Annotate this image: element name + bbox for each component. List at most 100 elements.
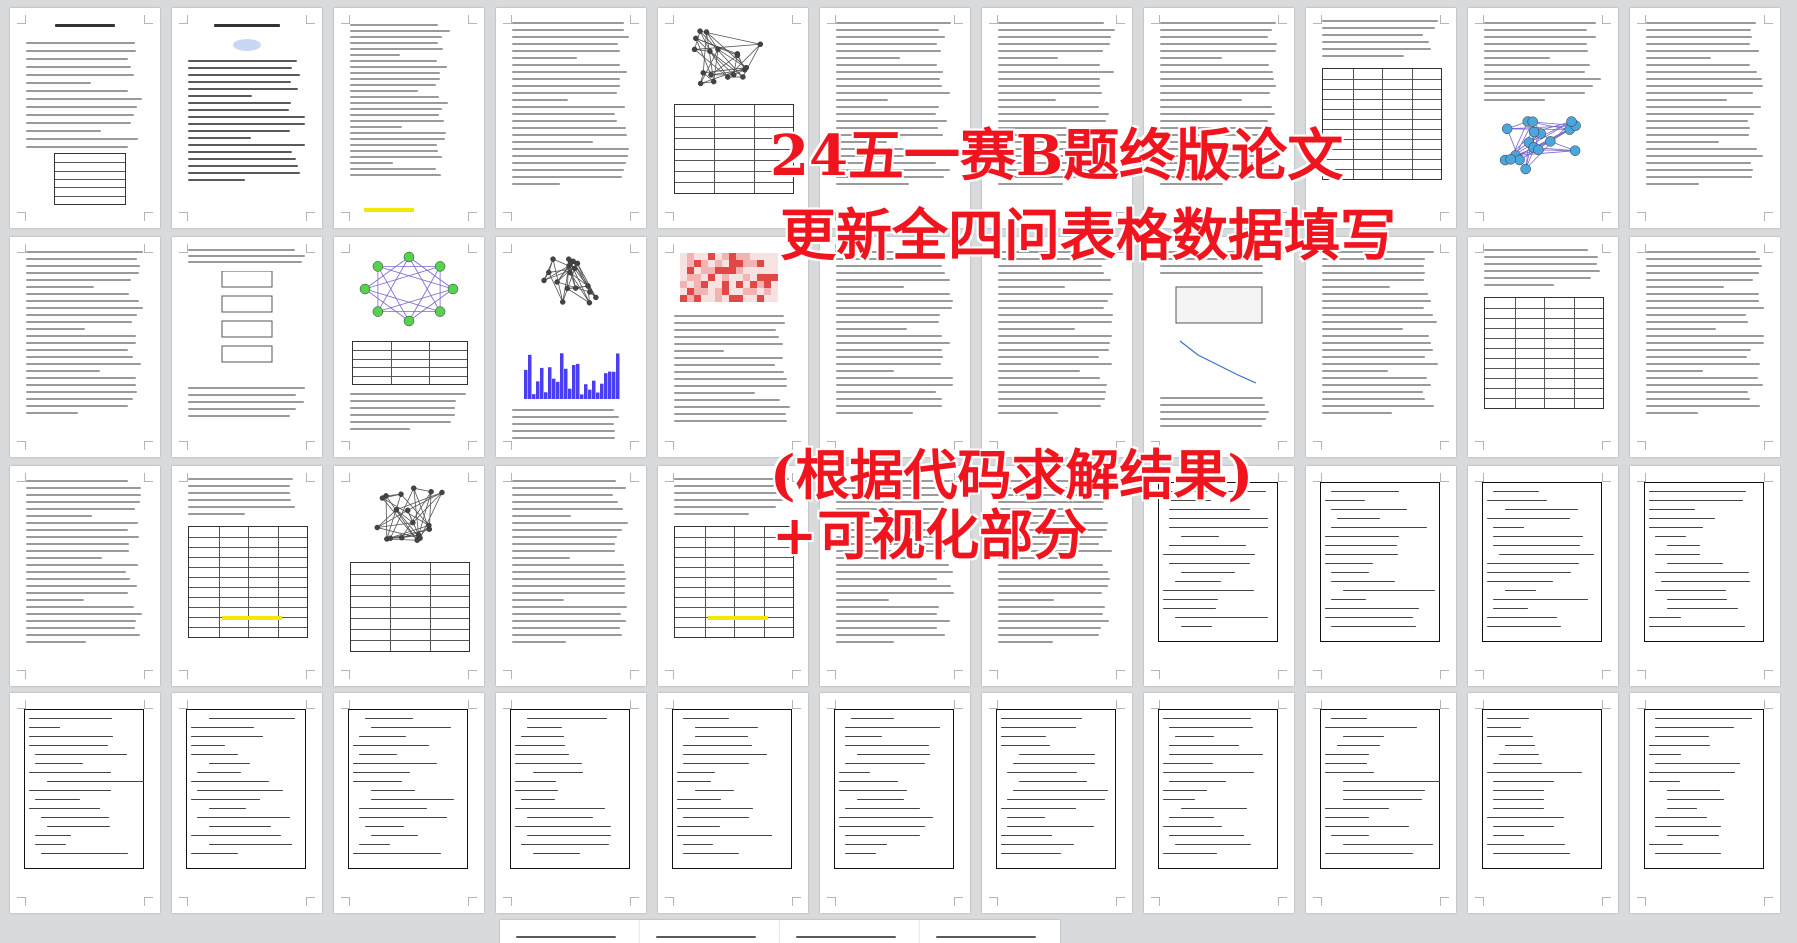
document-page-thumbnail[interactable]	[1144, 693, 1294, 913]
document-page-thumbnail[interactable]	[982, 237, 1132, 457]
text-line	[998, 391, 1106, 393]
document-page-thumbnail[interactable]	[640, 920, 780, 943]
document-page-thumbnail[interactable]	[658, 8, 808, 228]
text-line	[1646, 50, 1759, 52]
document-page-thumbnail[interactable]	[496, 693, 646, 913]
document-page-thumbnail[interactable]	[820, 237, 970, 457]
document-page-thumbnail[interactable]	[982, 8, 1132, 228]
document-page-thumbnail[interactable]	[780, 920, 920, 943]
document-page-thumbnail[interactable]	[1306, 237, 1456, 457]
document-page-thumbnail[interactable]	[496, 8, 646, 228]
text-line	[1646, 176, 1752, 178]
document-page-thumbnail[interactable]	[820, 693, 970, 913]
document-page-thumbnail[interactable]	[10, 237, 160, 457]
flowchart-box	[221, 320, 273, 338]
document-page-thumbnail[interactable]	[10, 8, 160, 228]
network-node	[410, 519, 416, 526]
page-corner-mark	[306, 897, 315, 906]
text-line	[836, 286, 904, 288]
document-page-thumbnail[interactable]	[1468, 693, 1618, 913]
document-page-thumbnail[interactable]	[920, 920, 1060, 943]
heatmap-cell	[715, 295, 722, 302]
text-line	[350, 108, 442, 110]
code-line	[1163, 826, 1222, 827]
heatmap-cell	[708, 288, 715, 295]
code-line	[365, 718, 413, 719]
document-page-thumbnail[interactable]	[172, 693, 322, 913]
cover-title-line	[55, 24, 115, 27]
text-line	[512, 409, 614, 411]
heatmap-cell	[708, 267, 715, 274]
text-line	[188, 249, 295, 251]
document-page-thumbnail[interactable]	[1630, 8, 1780, 228]
document-page-thumbnail[interactable]	[1306, 466, 1456, 686]
text-line	[26, 543, 129, 545]
document-page-thumbnail[interactable]	[172, 8, 322, 228]
document-page-thumbnail[interactable]	[658, 237, 808, 457]
document-page-thumbnail[interactable]	[1630, 693, 1780, 913]
text-line	[836, 599, 889, 601]
heatmap-cell	[743, 253, 750, 260]
table-col-line	[1515, 298, 1516, 408]
page-corner-mark	[1475, 244, 1484, 253]
document-page-thumbnail[interactable]	[1468, 466, 1618, 686]
text-line	[350, 54, 400, 56]
document-page-thumbnail[interactable]	[1144, 237, 1294, 457]
text-line	[1646, 342, 1764, 344]
document-page-thumbnail[interactable]	[10, 466, 160, 686]
code-line	[353, 853, 441, 854]
heatmap-cell	[680, 295, 687, 302]
text-line	[26, 265, 140, 267]
text-line	[512, 162, 626, 164]
document-page-thumbnail[interactable]	[1630, 237, 1780, 457]
code-line	[695, 736, 748, 737]
document-page-thumbnail[interactable]	[10, 693, 160, 913]
text-line	[188, 485, 290, 487]
heatmap-cell	[771, 281, 778, 288]
document-page-thumbnail[interactable]	[820, 8, 970, 228]
page-corner-mark	[1475, 15, 1484, 24]
network-node	[398, 491, 404, 497]
document-page-thumbnail[interactable]	[500, 920, 640, 943]
document-page-thumbnail[interactable]	[1306, 8, 1456, 228]
document-page-thumbnail[interactable]	[172, 237, 322, 457]
text-line	[26, 627, 135, 629]
document-page-thumbnail[interactable]	[334, 8, 484, 228]
text-line	[1322, 286, 1390, 288]
document-page-thumbnail[interactable]	[172, 466, 322, 686]
code-line	[197, 817, 290, 818]
document-page-thumbnail[interactable]	[1630, 466, 1780, 686]
text-line	[1484, 22, 1596, 24]
document-page-thumbnail[interactable]	[658, 693, 808, 913]
document-page-thumbnail[interactable]	[1306, 693, 1456, 913]
document-page-thumbnail[interactable]	[982, 693, 1132, 913]
text-line	[998, 571, 1108, 573]
document-page-thumbnail[interactable]	[1468, 8, 1618, 228]
text-line	[836, 92, 950, 94]
document-page-thumbnail[interactable]	[496, 237, 646, 457]
text-line	[188, 158, 296, 160]
heatmap-figure	[680, 253, 778, 302]
network-node	[410, 485, 417, 491]
page-corner-mark	[1475, 212, 1484, 221]
histogram-bar	[616, 353, 620, 399]
document-page-thumbnail[interactable]	[496, 466, 646, 686]
page-corner-mark	[792, 15, 801, 24]
page-corner-mark	[306, 473, 315, 482]
document-page-thumbnail[interactable]	[1144, 8, 1294, 228]
text-line	[350, 96, 439, 98]
text-line	[1160, 57, 1222, 59]
code-line	[1013, 763, 1095, 764]
code-line	[1331, 572, 1369, 573]
title-emblem	[233, 39, 261, 51]
code-line	[1163, 763, 1213, 764]
document-page-thumbnail[interactable]	[334, 466, 484, 686]
document-page-thumbnail[interactable]	[334, 693, 484, 913]
code-line	[1655, 817, 1707, 818]
document-page-thumbnail[interactable]	[1468, 237, 1618, 457]
text-line	[1160, 64, 1269, 66]
text-line	[1484, 277, 1591, 279]
document-page-thumbnail[interactable]	[334, 237, 484, 457]
code-line	[1655, 727, 1734, 728]
text-line	[836, 620, 950, 622]
